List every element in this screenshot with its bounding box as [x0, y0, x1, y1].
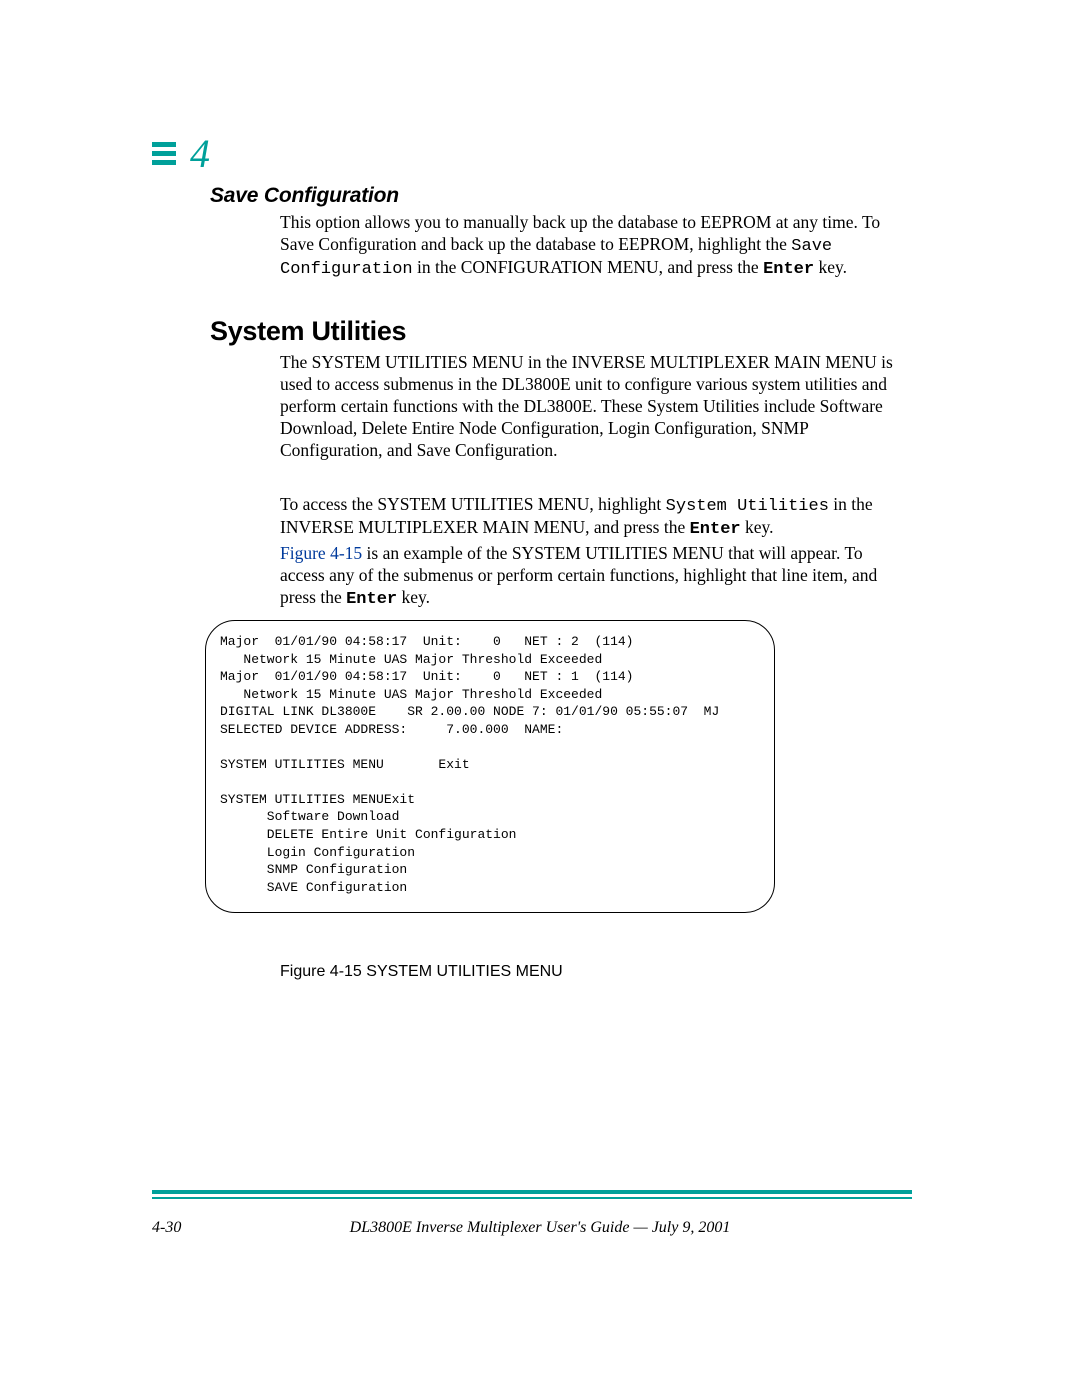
chapter-number: 4 [190, 130, 210, 177]
chapter-head: 4 [152, 130, 210, 177]
text: in the CONFIGURATION MENU, and press the [413, 257, 763, 277]
paragraph-sysutil-access: To access the SYSTEM UTILITIES MENU, hig… [280, 494, 900, 541]
key-enter: Enter [763, 260, 814, 279]
figure-caption: Figure 4-15 SYSTEM UTILITIES MENU [280, 963, 563, 981]
text: key. [397, 587, 430, 607]
key-enter: Enter [346, 590, 397, 609]
paragraph-sysutil-figure: Figure 4-15 is an example of the SYSTEM … [280, 543, 900, 610]
stripe-icon [152, 142, 176, 165]
paragraph-save-configuration: This option allows you to manually back … [280, 212, 900, 280]
terminal-screenshot: Major 01/01/90 04:58:17 Unit: 0 NET : 2 … [205, 620, 775, 913]
footer-rule [152, 1190, 912, 1199]
inline-code: System Utilities [666, 497, 829, 516]
subheading-save-configuration: Save Configuration [210, 184, 399, 208]
text: key. [814, 257, 847, 277]
footer-title: DL3800E Inverse Multiplexer User's Guide… [0, 1219, 1080, 1237]
key-enter: Enter [690, 520, 741, 539]
document-page: 4 Save Configuration This option allows … [0, 0, 1080, 1397]
heading-system-utilities: System Utilities [210, 316, 406, 347]
text: To access the SYSTEM UTILITIES MENU, hig… [280, 494, 666, 514]
figure-link[interactable]: Figure 4-15 [280, 543, 362, 563]
text: key. [741, 517, 774, 537]
paragraph-sysutil-intro: The SYSTEM UTILITIES MENU in the INVERSE… [280, 352, 900, 461]
